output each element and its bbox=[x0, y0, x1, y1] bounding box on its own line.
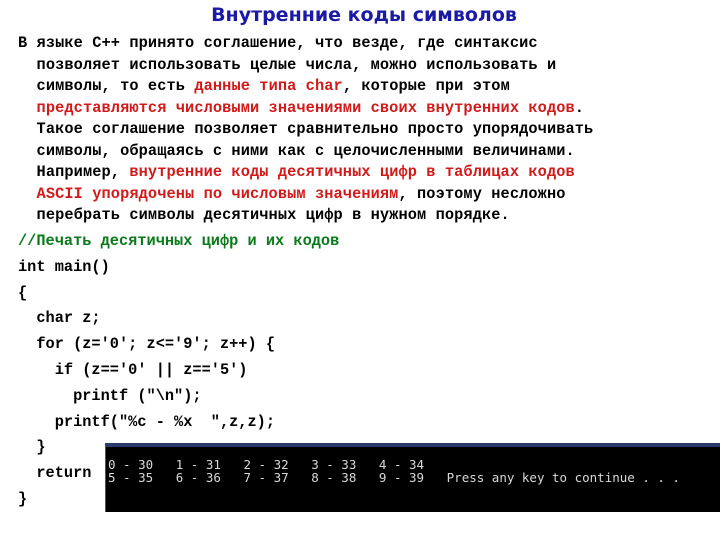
paragraph-line: Такое соглашение позволяет сравнительно … bbox=[18, 119, 718, 141]
description-paragraph: В языке C++ принято соглашение, что везд… bbox=[18, 33, 718, 227]
code-comment: //Печать десятичных цифр и их кодов bbox=[18, 232, 340, 250]
paragraph-text: . bbox=[574, 98, 585, 117]
code-line: char z; bbox=[18, 309, 101, 328]
code-line: printf ("\n"); bbox=[18, 386, 202, 405]
code-line: int main() bbox=[18, 257, 110, 276]
code-line: printf("%c - %x ",z,z); bbox=[18, 412, 276, 431]
paragraph-text: перебрать символы десятичных цифр в нужн… bbox=[18, 206, 510, 224]
paragraph-line: символы, обращаясь с ними как с целочисл… bbox=[18, 141, 718, 163]
paragraph-text: символы, то есть bbox=[18, 77, 195, 95]
paragraph-text: Например, bbox=[18, 163, 130, 181]
slide-title: Внутренние коды символов bbox=[211, 4, 517, 26]
paragraph-text: Такое соглашение позволяет сравнительно … bbox=[18, 120, 594, 138]
paragraph-line: перебрать символы десятичных цифр в нужн… bbox=[18, 205, 718, 227]
paragraph-text: символы, обращаясь с ними как с целочисл… bbox=[18, 141, 575, 160]
paragraph-text: позволяет использовать целые числа, можн… bbox=[18, 55, 557, 74]
paragraph-text: , которые при этом bbox=[342, 77, 510, 95]
console-output-window: 0 - 30 1 - 31 2 - 32 3 - 33 4 - 34 5 - 35… bbox=[105, 443, 720, 512]
highlighted-text: внутренние коды десятичных цифр в таблиц… bbox=[129, 163, 575, 181]
highlighted-text: представляются числовыми значениями свои… bbox=[18, 98, 575, 117]
paragraph-text: В языке C++ принято соглашение, что везд… bbox=[18, 34, 538, 52]
paragraph-line: В языке C++ принято соглашение, что везд… bbox=[18, 33, 718, 55]
paragraph-line: Например, внутренние коды десятичных циф… bbox=[18, 162, 718, 184]
paragraph-line: ASCII упорядочены по числовым значениям,… bbox=[18, 184, 718, 206]
code-line: for (z='0'; z<='9'; z++) { bbox=[18, 335, 276, 354]
highlighted-text: данные типа char bbox=[194, 77, 343, 95]
paragraph-line: символы, то есть данные типа char, котор… bbox=[18, 76, 718, 98]
paragraph-line: позволяет использовать целые числа, можн… bbox=[18, 55, 718, 77]
paragraph-text: , поэтому несложно bbox=[398, 184, 566, 203]
code-line: { bbox=[18, 283, 28, 302]
console-output-line: 5 - 35 6 - 36 7 - 37 8 - 38 9 - 39 Press… bbox=[108, 470, 680, 485]
code-line: if (z=='0' || z=='5') bbox=[18, 360, 248, 379]
paragraph-line: представляются числовыми значениями свои… bbox=[18, 98, 718, 120]
highlighted-text: ASCII упорядочены по числовым значениям bbox=[18, 184, 399, 203]
